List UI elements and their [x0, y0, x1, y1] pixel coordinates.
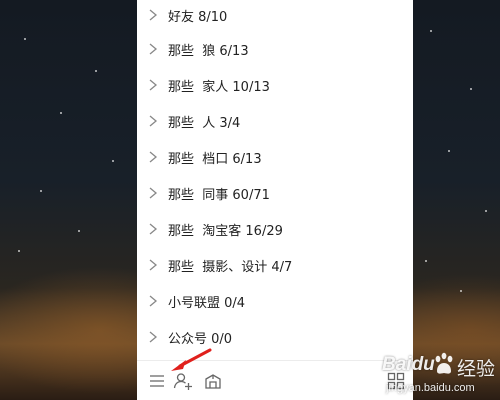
- chevron-right-icon: [149, 79, 158, 91]
- watermark-text: 经验: [457, 359, 496, 380]
- chevron-right-icon: [149, 151, 158, 163]
- group-item-friends[interactable]: 好友 8/10: [137, 0, 413, 30]
- group-item-wolves[interactable]: 那些 狼 6/13: [137, 34, 413, 64]
- group-label: 那些 家人 10/13: [168, 80, 270, 95]
- group-label: 公众号 0/0: [168, 332, 233, 347]
- group-label: 那些 狼 6/13: [168, 44, 249, 59]
- group-label: 那些 摄影、设计 4/7: [168, 260, 293, 275]
- group-label: 那些 同事 60/71: [168, 188, 270, 203]
- group-item-family[interactable]: 那些 家人 10/13: [137, 70, 413, 100]
- group-item-photo-design[interactable]: 那些 摄影、设计 4/7: [137, 250, 413, 280]
- chevron-right-icon: [149, 223, 158, 235]
- chevron-right-icon: [149, 115, 158, 127]
- menu-icon[interactable]: [147, 371, 167, 391]
- chevron-right-icon: [149, 9, 158, 21]
- group-item-colleagues[interactable]: 那些 同事 60/71: [137, 178, 413, 208]
- group-label: 那些 淘宝客 16/29: [168, 224, 283, 239]
- chevron-right-icon: [149, 259, 158, 271]
- group-label: 那些 人 3/4: [168, 116, 241, 131]
- paw-logo-icon: [435, 352, 453, 374]
- baidu-jingyan-watermark: Baidu 经验 jingyan.baidu.com: [378, 344, 500, 400]
- watermark-brand: Baidu: [382, 354, 435, 375]
- chevron-right-icon: [149, 331, 158, 343]
- group-item-alt-accounts[interactable]: 小号联盟 0/4: [137, 286, 413, 316]
- chevron-right-icon: [149, 187, 158, 199]
- chevron-right-icon: [149, 43, 158, 55]
- group-item-stalls[interactable]: 那些 档口 6/13: [137, 142, 413, 172]
- group-label: 那些 档口 6/13: [168, 152, 262, 167]
- group-label: 小号联盟 0/4: [168, 296, 246, 311]
- contact-groups-panel: 好友 8/10 那些 狼 6/13 那些 家人 10/13 那些 人 3/4 那…: [137, 0, 413, 400]
- watermark-site: jingyan.baidu.com: [386, 382, 475, 394]
- annotation-arrow-icon: [171, 348, 212, 371]
- group-item-people[interactable]: 那些 人 3/4: [137, 106, 413, 136]
- group-item-taobao[interactable]: 那些 淘宝客 16/29: [137, 214, 413, 244]
- chevron-right-icon: [149, 295, 158, 307]
- group-label: 好友 8/10: [168, 10, 228, 25]
